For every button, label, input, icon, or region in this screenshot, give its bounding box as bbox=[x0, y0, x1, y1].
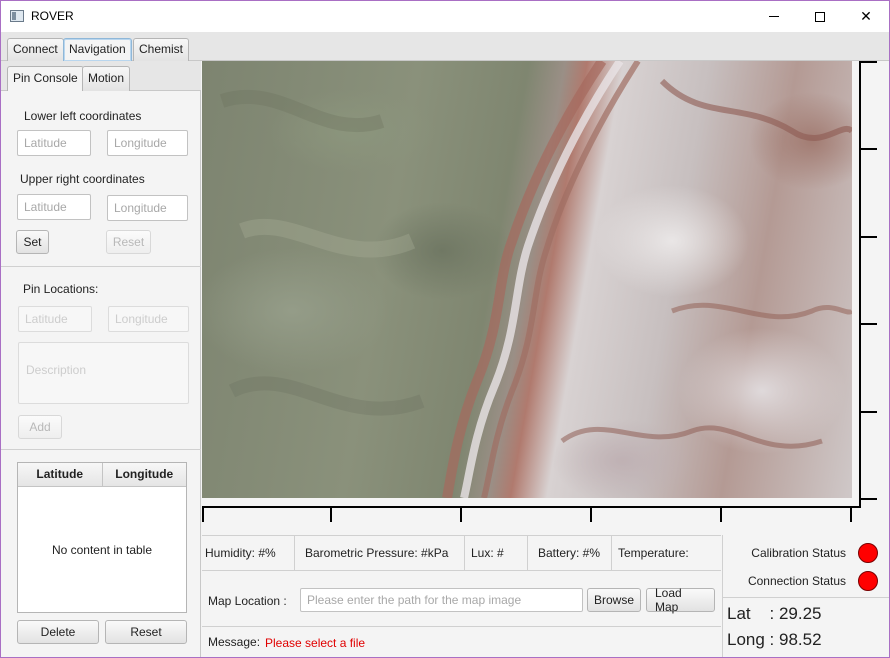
app-icon bbox=[10, 10, 24, 22]
rover-window: ROVER ✕ Connect Navigation Chemist Pin C… bbox=[0, 0, 890, 658]
pressure-readout: Barometric Pressure: #kPa bbox=[305, 546, 449, 560]
axis-tick bbox=[859, 323, 877, 325]
tab-chemist[interactable]: Chemist bbox=[133, 38, 190, 61]
map-path-input[interactable] bbox=[300, 588, 583, 612]
connection-status: Connection Status bbox=[723, 567, 889, 595]
upper-right-latitude-input[interactable] bbox=[17, 194, 91, 220]
axis-tick bbox=[859, 148, 877, 150]
table-header: Latitude Longitude bbox=[18, 463, 186, 487]
axis-tick bbox=[859, 411, 877, 413]
axis-tick bbox=[859, 61, 877, 63]
longitude-readout: Long : 98.52 bbox=[727, 630, 822, 649]
minimize-button[interactable] bbox=[751, 1, 797, 32]
pin-console-panel: Pin Console Motion Lower left coordinate… bbox=[1, 61, 201, 657]
divider bbox=[723, 597, 889, 598]
message-row: Message: Please select a file bbox=[202, 628, 721, 657]
axis-tick bbox=[720, 506, 722, 522]
divider bbox=[464, 536, 465, 570]
message-label: Message: bbox=[208, 635, 261, 649]
map-image[interactable] bbox=[202, 61, 852, 498]
terrain-texture bbox=[219, 61, 852, 498]
tab-navigation[interactable]: Navigation bbox=[63, 38, 132, 61]
axis-tick bbox=[330, 506, 332, 522]
calibration-indicator-icon bbox=[858, 543, 878, 563]
close-icon: ✕ bbox=[860, 8, 872, 24]
axis-tick bbox=[859, 236, 877, 238]
pin-locations-label: Pin Locations: bbox=[23, 282, 99, 296]
close-button[interactable]: ✕ bbox=[843, 1, 889, 32]
set-button[interactable]: Set bbox=[16, 230, 49, 254]
axis-tick bbox=[859, 498, 877, 500]
add-pin-button[interactable]: Add bbox=[18, 415, 62, 439]
pin-table[interactable]: Latitude Longitude No content in table bbox=[17, 462, 187, 613]
humidity-readout: Humidity: #% bbox=[205, 546, 276, 560]
upper-right-longitude-input[interactable] bbox=[107, 195, 188, 221]
lux-readout: Lux: # bbox=[471, 546, 504, 560]
map-axis-horizontal bbox=[202, 506, 861, 508]
title-bar: ROVER ✕ bbox=[1, 1, 889, 32]
divider bbox=[294, 536, 295, 570]
map-location-row: Map Location : Browse Load Map bbox=[202, 572, 721, 627]
connection-status-label: Connection Status bbox=[747, 574, 846, 588]
divider bbox=[611, 536, 612, 570]
delete-button[interactable]: Delete bbox=[17, 620, 99, 644]
minimize-icon bbox=[769, 16, 779, 17]
lower-left-label: Lower left coordinates bbox=[24, 109, 142, 123]
column-longitude[interactable]: Longitude bbox=[101, 463, 187, 486]
calibration-status-label: Calibration Status bbox=[751, 546, 846, 560]
map-location-label: Map Location : bbox=[208, 594, 287, 608]
pin-description-input[interactable] bbox=[18, 342, 189, 404]
main-tab-bar: Connect Navigation Chemist bbox=[1, 32, 889, 61]
tab-motion[interactable]: Motion bbox=[82, 66, 131, 91]
status-panel: Calibration Status Connection Status Lat… bbox=[722, 535, 889, 657]
browse-button[interactable]: Browse bbox=[587, 588, 641, 612]
battery-readout: Battery: #% bbox=[538, 546, 601, 560]
calibration-status: Calibration Status bbox=[723, 539, 889, 567]
load-map-button[interactable]: Load Map bbox=[646, 586, 715, 614]
table-empty-placeholder: No content in table bbox=[51, 542, 153, 557]
maximize-button[interactable] bbox=[797, 1, 843, 32]
lower-left-longitude-input[interactable] bbox=[107, 130, 188, 156]
divider bbox=[1, 449, 201, 450]
sensor-status-bar: Humidity: #% Barometric Pressure: #kPa L… bbox=[202, 535, 721, 571]
upper-right-label: Upper right coordinates bbox=[20, 172, 145, 186]
axis-tick bbox=[850, 506, 852, 522]
reset-coordinates-button[interactable]: Reset bbox=[106, 230, 151, 254]
divider bbox=[527, 536, 528, 570]
connection-indicator-icon bbox=[858, 571, 878, 591]
axis-tick bbox=[590, 506, 592, 522]
pin-longitude-input[interactable] bbox=[108, 306, 189, 332]
message-text: Please select a file bbox=[265, 636, 366, 650]
temperature-readout: Temperature: bbox=[618, 546, 689, 560]
latitude-readout: Lat : 29.25 bbox=[727, 604, 822, 623]
axis-tick bbox=[202, 506, 204, 522]
divider bbox=[1, 266, 201, 267]
window-title: ROVER bbox=[31, 9, 74, 23]
map-axis-vertical bbox=[859, 61, 861, 506]
tab-pin-console[interactable]: Pin Console bbox=[7, 66, 84, 91]
column-latitude[interactable]: Latitude bbox=[18, 463, 102, 486]
axis-tick bbox=[460, 506, 462, 522]
sub-tab-bar: Pin Console Motion bbox=[1, 61, 201, 91]
pin-latitude-input[interactable] bbox=[18, 306, 92, 332]
lower-left-latitude-input[interactable] bbox=[17, 130, 91, 156]
maximize-icon bbox=[815, 11, 825, 22]
reset-table-button[interactable]: Reset bbox=[105, 620, 187, 644]
tab-connect[interactable]: Connect bbox=[7, 38, 64, 61]
